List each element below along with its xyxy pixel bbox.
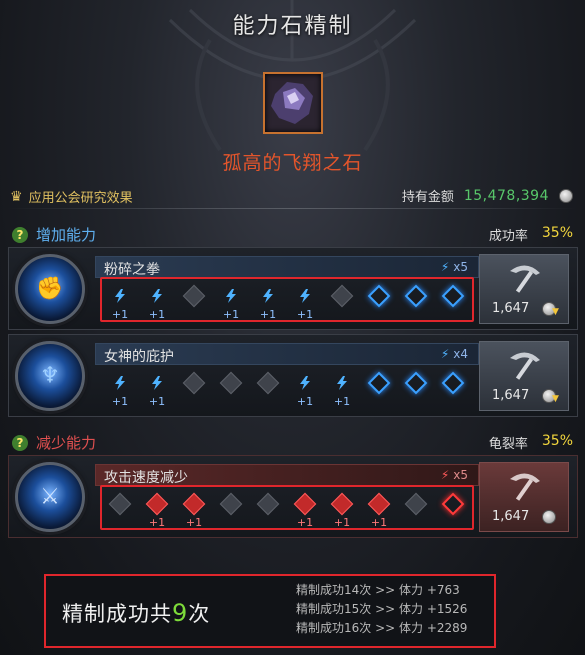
slot-fail — [216, 371, 246, 411]
result-count: 9 — [172, 599, 189, 627]
highlight-box — [100, 277, 474, 322]
gold-label: 持有金额 — [401, 190, 454, 205]
divider — [8, 208, 577, 209]
empty-diamond-icon — [404, 371, 428, 395]
ability-name: 攻击速度减少 — [104, 470, 188, 486]
pickaxe-icon — [510, 352, 540, 380]
ability-orb: ⚔ — [15, 462, 85, 532]
result-prefix: 精制成功共 — [62, 602, 172, 626]
gray-diamond-icon — [219, 371, 243, 395]
lightning-icon — [334, 375, 350, 391]
guild-research-label: 应用公会研究效果 — [28, 191, 133, 206]
goddess-icon: ♆ — [40, 363, 60, 389]
discount-arrow-icon: ▼ — [552, 394, 559, 404]
gray-diamond-icon — [256, 371, 280, 395]
ability-name: 粉碎之拳 — [104, 262, 160, 278]
multiplier-value: x4 — [453, 347, 468, 361]
ability-name-bar: 攻击速度减少 ⚡ x5 — [95, 464, 479, 486]
result-line: 精制成功15次 >> 体力 +1526 — [296, 602, 468, 616]
ability-multiplier: ⚡ x5 — [441, 468, 468, 482]
decrease-header-label: 减少能力 — [36, 434, 97, 452]
crack-rate-value: 35% — [541, 433, 573, 449]
chain-blade-icon: ⚔ — [40, 484, 60, 510]
ability-name-bar: 女神的庇护 ⚡ x4 — [95, 343, 479, 365]
slot-plus: +1 — [296, 395, 314, 408]
guild-research-toggle[interactable]: ♛ 应用公会研究效果 — [10, 187, 133, 207]
page-title: 能力石精制 — [232, 14, 353, 39]
result-lines: 精制成功14次 >> 体力 +763 精制成功15次 >> 体力 +1526 精… — [296, 581, 467, 638]
lightning-icon — [149, 375, 165, 391]
success-rate: 成功率 35% — [489, 225, 573, 244]
highlight-box — [100, 485, 474, 530]
slot-hit: +1 — [290, 371, 320, 411]
slot-fail — [253, 371, 283, 411]
lightning-icon — [112, 375, 128, 391]
stone-name: 孤高的飞翔之石 — [222, 152, 363, 174]
result-suffix: 次 — [188, 602, 211, 626]
silver-coin-icon — [542, 510, 556, 524]
empty-diamond-icon — [367, 371, 391, 395]
crack-rate: 龟裂率 35% — [489, 433, 573, 452]
result-line: 精制成功16次 >> 体力 +2289 — [296, 621, 468, 635]
result-summary: 精制成功共9次 — [62, 598, 210, 628]
guild-emblem-icon: ♛ — [10, 188, 23, 205]
ability-name-bar: 粉碎之拳 ⚡ x5 — [95, 256, 479, 278]
ability-orb: ♆ — [15, 341, 85, 411]
fist-icon: ✊ — [36, 276, 64, 302]
gold-value: 15,478,394 — [463, 187, 549, 204]
lightning-icon — [297, 375, 313, 391]
lightning-icon: ⚡ — [440, 468, 450, 482]
slot-plus: +1 — [148, 395, 166, 408]
pickaxe-icon — [510, 265, 540, 293]
help-icon[interactable]: ? — [12, 226, 28, 243]
increase-section-header: ? 增加能力 — [12, 224, 96, 245]
lightning-icon: ⚡ — [440, 347, 450, 361]
slot-hit: +1 — [327, 371, 357, 411]
slot-plus: +1 — [111, 395, 129, 408]
lightning-icon: ⚡ — [440, 260, 450, 274]
result-panel: 精制成功共9次 精制成功14次 >> 体力 +763 精制成功15次 >> 体力… — [44, 574, 496, 648]
slot-plus: +1 — [333, 395, 351, 408]
slot-empty — [438, 371, 468, 411]
crack-rate-label: 龟裂率 — [488, 437, 528, 452]
slot-hit: +1 — [142, 371, 172, 411]
pickaxe-icon — [510, 473, 540, 501]
silver-coin-icon — [559, 188, 573, 203]
slot-hit: +1 — [105, 371, 135, 411]
decrease-section-header: ? 减少能力 — [12, 432, 96, 453]
increase-header-label: 增加能力 — [36, 226, 97, 244]
ability-multiplier: ⚡ x4 — [441, 347, 468, 361]
slot-empty — [401, 371, 431, 411]
help-icon[interactable]: ? — [12, 434, 28, 451]
refine-button[interactable]: 1,647 ▼ — [479, 341, 569, 411]
ability-name: 女神的庇护 — [104, 349, 174, 365]
success-rate-label: 成功率 — [488, 229, 528, 244]
slot-empty — [364, 371, 394, 411]
gray-diamond-icon — [182, 371, 206, 395]
slot-row: +1 +1 +1 +1 — [105, 371, 475, 411]
ability-multiplier: ⚡ x5 — [441, 260, 468, 274]
multiplier-value: x5 — [453, 260, 468, 274]
ability-orb: ✊ — [15, 254, 85, 324]
discount-arrow-icon: ▼ — [552, 307, 559, 317]
amethyst-stone-icon — [263, 72, 323, 134]
success-rate-value: 35% — [541, 225, 573, 241]
refine-button[interactable]: 1,647 ▼ — [479, 254, 569, 324]
slot-fail — [179, 371, 209, 411]
refine-cost: 1,647 — [492, 509, 530, 524]
gold-balance: 持有金额 15,478,394 — [402, 186, 573, 205]
multiplier-value: x5 — [453, 468, 468, 482]
empty-diamond-icon — [441, 371, 465, 395]
ability-panel-2: ♆ 女神的庇护 ⚡ x4 +1 +1 +1 +1 1,647 ▼ — [8, 334, 578, 417]
refine-cost: 1,647 — [492, 301, 530, 316]
refine-cost: 1,647 — [492, 388, 530, 403]
result-line: 精制成功14次 >> 体力 +763 — [296, 583, 460, 597]
refine-button[interactable]: 1,647 — [479, 462, 569, 532]
